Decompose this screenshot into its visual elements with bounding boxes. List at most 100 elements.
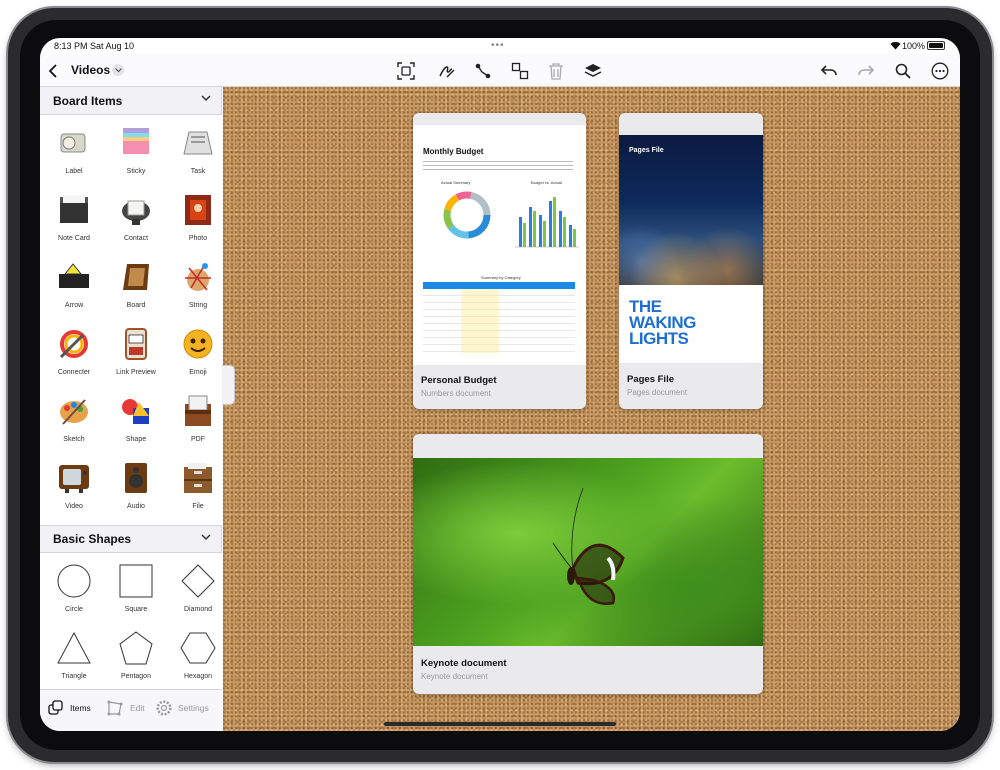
video-icon (54, 458, 94, 498)
status-date: Sat Aug 10 (90, 41, 135, 51)
keynote-card-title: Keynote document (421, 658, 507, 669)
connecter-icon (54, 324, 94, 364)
more-icon[interactable] (929, 60, 951, 82)
board-item-sketch[interactable]: Sketch (44, 385, 104, 451)
keynote-card[interactable]: Keynote document Keynote document (413, 434, 763, 694)
basic-shapes-title: Basic Shapes (53, 532, 132, 546)
board-icon (116, 257, 156, 297)
board-item-emoji[interactable]: Emoji (168, 318, 228, 384)
circle-shape-icon (54, 561, 94, 601)
wifi-icon (890, 41, 901, 52)
audio-icon (116, 458, 156, 498)
trash-icon[interactable] (545, 60, 567, 82)
redo-icon[interactable] (855, 60, 877, 82)
board-item-label: Photo (188, 235, 208, 242)
shape-label: Diamond (183, 606, 212, 613)
shape-label: Square (124, 606, 148, 613)
connect-icon[interactable] (472, 60, 494, 82)
budget-card-subtitle: Numbers document (421, 389, 491, 398)
status-bar: 8:13 PM Sat Aug 10 ••• 100% (40, 38, 960, 54)
board-items-title: Board Items (53, 93, 123, 108)
board-item-shape[interactable]: Shape (106, 385, 166, 451)
shape-diamond[interactable]: Diamond (168, 555, 228, 621)
board-item-label[interactable]: Label (44, 117, 104, 183)
board-item-audio[interactable]: Audio (106, 452, 166, 518)
items-icon (48, 700, 63, 715)
board-item-sticky[interactable]: Sticky (106, 117, 166, 183)
shape-triangle[interactable]: Triangle (44, 622, 104, 688)
shape-circle[interactable]: Circle (44, 555, 104, 621)
layers-icon[interactable] (582, 60, 604, 82)
arrange-icon[interactable] (509, 60, 531, 82)
shape-label: Pentagon (121, 673, 151, 680)
board-item-label: PDF (191, 436, 205, 443)
select-icon[interactable] (395, 60, 417, 82)
pen-icon[interactable] (436, 60, 458, 82)
tab-settings[interactable]: Settings (156, 700, 209, 716)
board-item-label: Link Preview (116, 369, 156, 376)
items-sidebar: Board Items Label Sticky Task Note Card Cont… (40, 87, 222, 731)
sidebar-tab-bar: Items Edit Settings (40, 689, 222, 731)
board-title[interactable]: Videos (71, 63, 110, 77)
board-item-note-card[interactable]: Note Card (44, 184, 104, 250)
sidebar-resize-handle[interactable] (222, 365, 235, 405)
task-icon (178, 123, 218, 163)
board-item-task[interactable]: Task (168, 117, 228, 183)
tab-edit[interactable]: Edit (106, 700, 145, 716)
budget-card[interactable]: Monthly Budget Actual Summary Budget vs.… (413, 113, 586, 409)
undo-icon[interactable] (818, 60, 840, 82)
shape-label: Triangle (61, 673, 87, 680)
title-dropdown-icon[interactable] (112, 64, 124, 76)
corkboard-canvas[interactable]: Monthly Budget Actual Summary Budget vs.… (223, 87, 960, 731)
board-item-video[interactable]: Video (44, 452, 104, 518)
hexagon-shape-icon (178, 628, 218, 668)
board-item-photo[interactable]: Photo (168, 184, 228, 250)
board-item-board[interactable]: Board (106, 251, 166, 317)
search-icon[interactable] (892, 60, 914, 82)
budget-doc-heading: Monthly Budget (423, 147, 484, 156)
shape-hexagon[interactable]: Hexagon (168, 622, 228, 688)
board-item-label: Audio (127, 503, 145, 510)
board-item-label: Arrow (64, 302, 84, 309)
keynote-image (413, 458, 763, 646)
tab-settings-label: Settings (178, 703, 209, 713)
board-item-label: Sketch (63, 436, 85, 443)
square-shape-icon (116, 561, 156, 601)
budget-card-title: Personal Budget (421, 375, 497, 386)
basic-shapes-header[interactable]: Basic Shapes (40, 525, 222, 553)
board-items-header[interactable]: Board Items (40, 87, 222, 115)
pages-card[interactable]: Pages File THE WAKING LIGHTS Pages File … (619, 113, 763, 409)
tab-items[interactable]: Items (48, 700, 91, 716)
board-item-connecter[interactable]: Connecter (44, 318, 104, 384)
summary-table-body (423, 289, 575, 353)
pages-cover-image: Pages File (619, 135, 763, 285)
bar-chart-icon (515, 197, 579, 248)
board-item-label: Video (65, 503, 83, 510)
diamond-shape-icon (178, 561, 218, 601)
back-chevron-icon[interactable] (42, 60, 64, 82)
board-item-link-preview[interactable]: Link Preview (106, 318, 166, 384)
pages-card-subtitle: Pages document (627, 388, 688, 397)
summary-table-title: Summary by Category (481, 275, 521, 280)
board-item-contact[interactable]: Contact (106, 184, 166, 250)
board-item-arrow[interactable]: Arrow (44, 251, 104, 317)
collapse-chevron-icon[interactable] (201, 534, 211, 541)
collapse-chevron-icon[interactable] (201, 95, 211, 102)
shape-square[interactable]: Square (106, 555, 166, 621)
multitask-dots-icon[interactable]: ••• (491, 40, 505, 51)
arrow-icon (54, 257, 94, 297)
pentagon-shape-icon (116, 628, 156, 668)
shape-icon (116, 391, 156, 431)
board-item-pdf[interactable]: PDF (168, 385, 228, 451)
board-item-file[interactable]: File (168, 452, 228, 518)
tab-edit-label: Edit (130, 703, 145, 713)
board-item-label: Contact (123, 235, 149, 242)
shape-label: Circle (65, 606, 83, 613)
file-icon (178, 458, 218, 498)
board-item-string[interactable]: String (168, 251, 228, 317)
board-item-label: Emoji (189, 369, 207, 376)
budget-instructions (423, 161, 573, 173)
board-item-label: Task (190, 168, 206, 175)
home-indicator[interactable] (384, 722, 616, 726)
shape-pentagon[interactable]: Pentagon (106, 622, 166, 688)
